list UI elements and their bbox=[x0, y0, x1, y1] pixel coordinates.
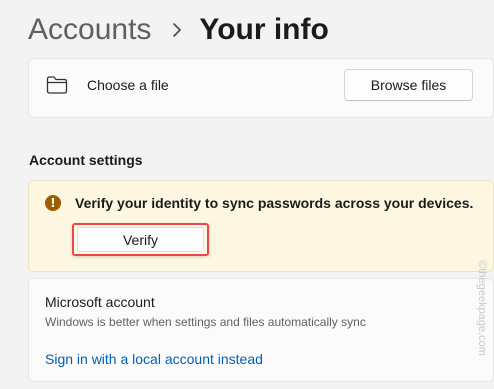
page-title: Your info bbox=[199, 13, 329, 46]
microsoft-account-title: Microsoft account bbox=[45, 294, 155, 310]
choose-file-label: Choose a file bbox=[87, 77, 169, 93]
breadcrumb-accounts[interactable]: Accounts bbox=[28, 8, 151, 52]
microsoft-account-description: Windows is better when settings and file… bbox=[45, 315, 366, 329]
watermark: ©thegeekpage.com bbox=[472, 228, 492, 388]
verify-identity-message: Verify your identity to sync passwords a… bbox=[75, 195, 474, 211]
account-settings-heading: Account settings bbox=[29, 152, 143, 168]
verify-button[interactable]: Verify bbox=[77, 227, 204, 252]
breadcrumb: Accounts Your info bbox=[28, 8, 329, 52]
watermark-text: ©thegeekpage.com bbox=[476, 260, 488, 356]
verify-identity-banner: ! Verify your identity to sync passwords… bbox=[28, 180, 494, 272]
sign-in-local-account-link[interactable]: Sign in with a local account instead bbox=[45, 350, 263, 368]
choose-file-card: Choose a file Browse files bbox=[28, 58, 494, 118]
folder-icon bbox=[46, 75, 68, 95]
warning-icon: ! bbox=[45, 195, 61, 211]
browse-files-button[interactable]: Browse files bbox=[344, 69, 473, 101]
chevron-right-icon bbox=[169, 8, 185, 52]
microsoft-account-card: Microsoft account Windows is better when… bbox=[28, 278, 494, 382]
